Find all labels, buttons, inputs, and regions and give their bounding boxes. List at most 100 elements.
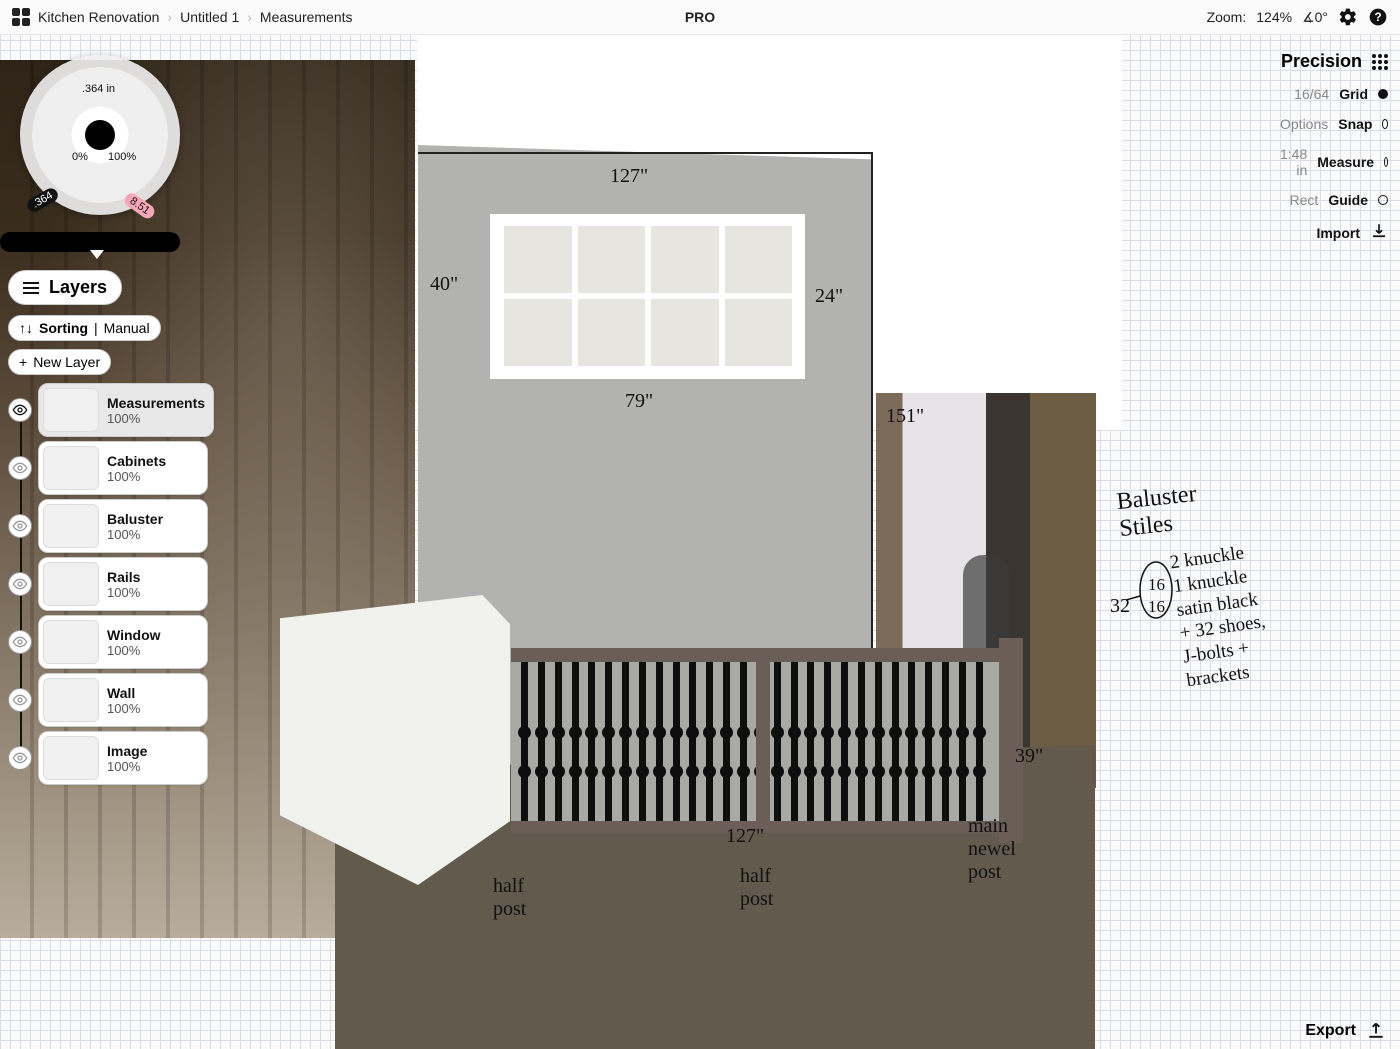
help-icon[interactable]: ?	[1368, 7, 1388, 27]
svg-text:?: ?	[1374, 11, 1381, 24]
grid-label: Grid	[1339, 86, 1368, 102]
grid-fraction: 16/64	[1294, 86, 1329, 102]
layer-card[interactable]: Window 100%	[38, 615, 208, 669]
brush-size-slider[interactable]	[0, 232, 180, 252]
layer-name: Cabinets	[107, 453, 166, 469]
precision-row-grid[interactable]: 16/64 Grid	[1280, 86, 1388, 102]
drag-handle-icon[interactable]	[1372, 54, 1388, 70]
layer-thumbnail	[43, 388, 99, 432]
precision-panel: Precision 16/64 Grid Options Snap 1:48 i…	[1280, 45, 1400, 243]
visibility-eye-icon[interactable]	[8, 398, 32, 422]
annot-side-left: 40"	[430, 273, 458, 296]
precision-row-measure[interactable]: 1:48 in Measure	[1280, 146, 1388, 178]
zoom-label: Zoom:	[1207, 9, 1247, 25]
angle-value[interactable]: ∡0°	[1302, 9, 1328, 26]
layer-opacity: 100%	[107, 527, 163, 542]
layer-opacity: 100%	[107, 759, 147, 774]
brush-preview	[85, 120, 115, 150]
options-label: Options	[1280, 116, 1328, 132]
annot-wall-right: 151"	[886, 405, 924, 428]
layer-opacity: 100%	[107, 469, 166, 484]
app-icon[interactable]	[12, 8, 30, 26]
annot-main-post: main newel post	[968, 815, 1016, 884]
layer-thumbnail	[43, 562, 99, 606]
toggle-on-icon[interactable]	[1378, 89, 1388, 99]
visibility-eye-icon[interactable]	[8, 456, 32, 480]
visibility-eye-icon[interactable]	[8, 688, 32, 712]
toggle-off-icon[interactable]	[1384, 157, 1388, 167]
layer-name: Measurements	[107, 395, 205, 411]
menu-icon	[23, 282, 39, 294]
annot-notes-title: Baluster Stiles	[1115, 481, 1200, 543]
layer-card[interactable]: Cabinets 100%	[38, 441, 208, 495]
measure-label: Measure	[1317, 154, 1374, 170]
layer-thumbnail	[43, 504, 99, 548]
brush-radial-menu[interactable]: .364 in 0% 100% .364 8.51	[20, 55, 180, 215]
layer-card[interactable]: Image 100%	[38, 731, 208, 785]
layer-card[interactable]: Measurements 100%	[38, 383, 214, 437]
layer-card[interactable]: Baluster 100%	[38, 499, 208, 553]
pro-badge[interactable]: PRO	[685, 9, 715, 25]
annot-window-width: 79"	[625, 390, 653, 413]
guide-label: Guide	[1328, 192, 1368, 208]
annot-rail-height: 39"	[1015, 745, 1043, 768]
sorting-mode: Manual	[104, 320, 150, 336]
annot-half-post-1: half post	[493, 875, 526, 921]
snap-label: Snap	[1338, 116, 1372, 132]
layer-name: Image	[107, 743, 147, 759]
drawing-railing	[511, 648, 1011, 833]
visibility-eye-icon[interactable]	[8, 572, 32, 596]
gear-icon[interactable]	[1338, 7, 1358, 27]
export-label: Export	[1305, 1022, 1356, 1040]
sorting-button[interactable]: ↑↓ Sorting | Manual	[8, 315, 161, 341]
annot-notes-split-a: 16	[1148, 575, 1165, 595]
layer-card[interactable]: Rails 100%	[38, 557, 208, 611]
breadcrumb-2[interactable]: Measurements	[260, 9, 353, 25]
precision-row-snap[interactable]: Options Snap	[1280, 116, 1388, 132]
layer-opacity: 100%	[107, 585, 140, 600]
layer-name: Baluster	[107, 511, 163, 527]
layer-item[interactable]: Baluster 100%	[8, 499, 208, 553]
layer-thumbnail	[43, 678, 99, 722]
layer-item[interactable]: Rails 100%	[8, 557, 208, 611]
toggle-off-icon[interactable]	[1378, 195, 1388, 205]
brush-size-label: .364 in	[82, 83, 115, 95]
zoom-value[interactable]: 124%	[1256, 9, 1292, 25]
sort-icon: ↑↓	[19, 320, 33, 336]
visibility-eye-icon[interactable]	[8, 746, 32, 770]
layer-opacity: 100%	[107, 411, 205, 426]
layer-card[interactable]: Wall 100%	[38, 673, 208, 727]
annot-top-width: 127"	[610, 165, 648, 188]
annot-rail-width: 127"	[726, 825, 764, 848]
brush-opacity-left: 0%	[72, 151, 88, 163]
export-icon	[1366, 1021, 1386, 1041]
scale-label: 1:48 in	[1280, 146, 1307, 178]
layer-item[interactable]: Cabinets 100%	[8, 441, 208, 495]
layer-item[interactable]: Window 100%	[8, 615, 208, 669]
precision-row-guide[interactable]: Rect Guide	[1280, 192, 1388, 208]
layer-thumbnail	[43, 446, 99, 490]
breadcrumb-1[interactable]: Untitled 1	[180, 9, 239, 25]
visibility-eye-icon[interactable]	[8, 514, 32, 538]
layer-item[interactable]: Image 100%	[8, 731, 208, 785]
new-layer-label: New Layer	[33, 354, 100, 370]
layer-name: Window	[107, 627, 161, 643]
dim-line-top	[418, 152, 873, 154]
layers-panel: Layers ↑↓ Sorting | Manual + New Layer M…	[8, 270, 208, 785]
layer-opacity: 100%	[107, 701, 140, 716]
breadcrumb-0[interactable]: Kitchen Renovation	[38, 9, 159, 25]
layer-thumbnail	[43, 736, 99, 780]
layer-name: Rails	[107, 569, 140, 585]
visibility-eye-icon[interactable]	[8, 630, 32, 654]
annot-notes-split-b: 16	[1148, 597, 1165, 617]
annot-side-right: 24"	[815, 285, 843, 308]
layers-toggle[interactable]: Layers	[8, 270, 122, 305]
layer-item[interactable]: Wall 100%	[8, 673, 208, 727]
import-button[interactable]: Import	[1280, 222, 1388, 243]
annot-notes-count: 32	[1110, 595, 1130, 618]
export-button[interactable]: Export	[1305, 1021, 1386, 1041]
toggle-off-icon[interactable]	[1382, 119, 1388, 129]
new-layer-button[interactable]: + New Layer	[8, 349, 111, 375]
topbar: Kitchen Renovation › Untitled 1 › Measur…	[0, 0, 1400, 35]
layer-item[interactable]: Measurements 100%	[8, 383, 208, 437]
